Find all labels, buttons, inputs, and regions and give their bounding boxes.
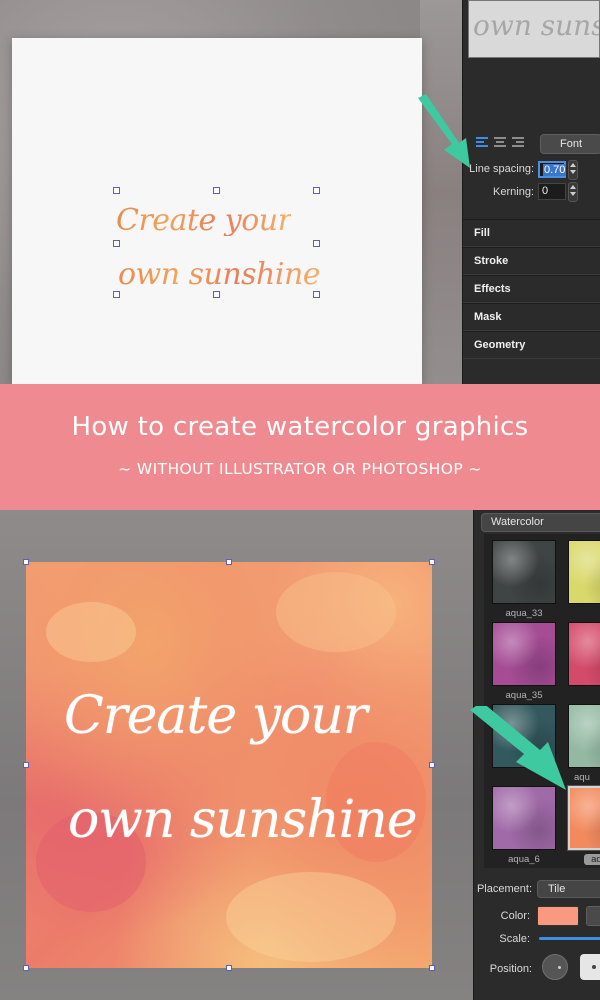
kerning-label: Kerning: — [493, 186, 534, 198]
position-button[interactable] — [580, 954, 600, 980]
texture-grid: aqua_33 aqua_35 aqu aqua_6 aqu — [484, 534, 600, 868]
canvas-text-line-1: Create your — [64, 686, 368, 746]
selection-handle[interactable] — [23, 965, 29, 971]
selection-handle[interactable] — [313, 291, 320, 298]
line-spacing-input[interactable]: 0.70 — [538, 161, 567, 178]
selection-handle[interactable] — [429, 762, 435, 768]
texture-tile[interactable] — [568, 622, 600, 686]
canvas-text-line-2: own sunshine — [118, 257, 321, 292]
preview-text: own sunsh — [473, 9, 599, 42]
watercolor-blot — [46, 602, 136, 662]
document-canvas[interactable]: Create your own sunshine — [12, 38, 422, 384]
position-knob[interactable] — [542, 954, 568, 980]
section-mask[interactable]: Mask — [463, 303, 600, 331]
bottom-screenshot: Create your own sunshine Watercolor aqua… — [0, 510, 600, 1000]
texture-tile-label: aqu — [574, 772, 590, 783]
align-right-icon[interactable] — [512, 137, 524, 147]
canvas-text-line-1: Create your — [116, 203, 292, 238]
color-picker-button[interactable] — [586, 906, 600, 926]
selection-handle[interactable] — [23, 762, 29, 768]
font-button[interactable]: Font — [540, 134, 600, 154]
top-screenshot: Create your own sunshine own sunsh Font … — [0, 0, 600, 384]
placement-select[interactable]: Tile — [537, 880, 600, 898]
category-select[interactable]: Watercolor — [481, 513, 600, 532]
banner-subtitle: ~ WITHOUT ILLUSTRATOR OR PHOTOSHOP ~ — [118, 460, 482, 478]
selection-handle[interactable] — [213, 187, 220, 194]
preview-thumbnail: own sunsh — [468, 0, 600, 58]
texture-tile-label: aqua_6 — [508, 854, 540, 865]
selection-handle[interactable] — [313, 240, 320, 247]
title-banner: How to create watercolor graphics ~ WITH… — [0, 384, 600, 510]
texture-tile-label: aqua_35 — [505, 690, 543, 701]
selection-handle[interactable] — [429, 559, 435, 565]
canvas-text-line-2: own sunshine — [68, 790, 418, 850]
arrow-icon — [418, 94, 470, 168]
selection-handle[interactable] — [23, 559, 29, 565]
color-swatch[interactable] — [537, 906, 579, 926]
banner-title: How to create watercolor graphics — [71, 412, 529, 442]
kerning-stepper[interactable] — [568, 182, 578, 202]
selection-handle[interactable] — [226, 965, 232, 971]
texture-tile[interactable] — [568, 704, 600, 768]
selection-handle[interactable] — [113, 240, 120, 247]
selection-handle[interactable] — [113, 291, 120, 298]
texture-tile[interactable] — [568, 540, 600, 604]
scale-slider[interactable] — [539, 937, 600, 940]
watercolor-blot — [226, 872, 396, 962]
kerning-input[interactable]: 0 — [538, 183, 566, 200]
section-geometry[interactable]: Geometry — [463, 331, 600, 359]
texture-tile-selected[interactable] — [568, 786, 600, 850]
section-stroke[interactable]: Stroke — [463, 247, 600, 275]
selection-handle[interactable] — [313, 187, 320, 194]
texture-tile[interactable] — [492, 622, 556, 686]
line-spacing-stepper[interactable] — [568, 160, 578, 180]
section-fill[interactable]: Fill — [463, 219, 600, 247]
selection-handle[interactable] — [226, 559, 232, 565]
texture-tile-label: aqu — [584, 854, 600, 865]
arrow-icon — [470, 706, 566, 790]
placement-label: Placement: — [476, 883, 532, 895]
section-effects[interactable]: Effects — [463, 275, 600, 303]
position-label: Position: — [489, 963, 532, 975]
color-label: Color: — [500, 910, 530, 922]
texture-tile[interactable] — [492, 540, 556, 604]
scale-label: Scale: — [499, 933, 530, 945]
texture-tile-label: aqua_33 — [505, 608, 543, 619]
selection-handle[interactable] — [213, 291, 220, 298]
selection-handle[interactable] — [429, 965, 435, 971]
watercolor-canvas[interactable]: Create your own sunshine — [26, 562, 432, 968]
watercolor-blot — [276, 572, 396, 652]
selection-handle[interactable] — [113, 187, 120, 194]
align-center-icon[interactable] — [494, 137, 506, 147]
